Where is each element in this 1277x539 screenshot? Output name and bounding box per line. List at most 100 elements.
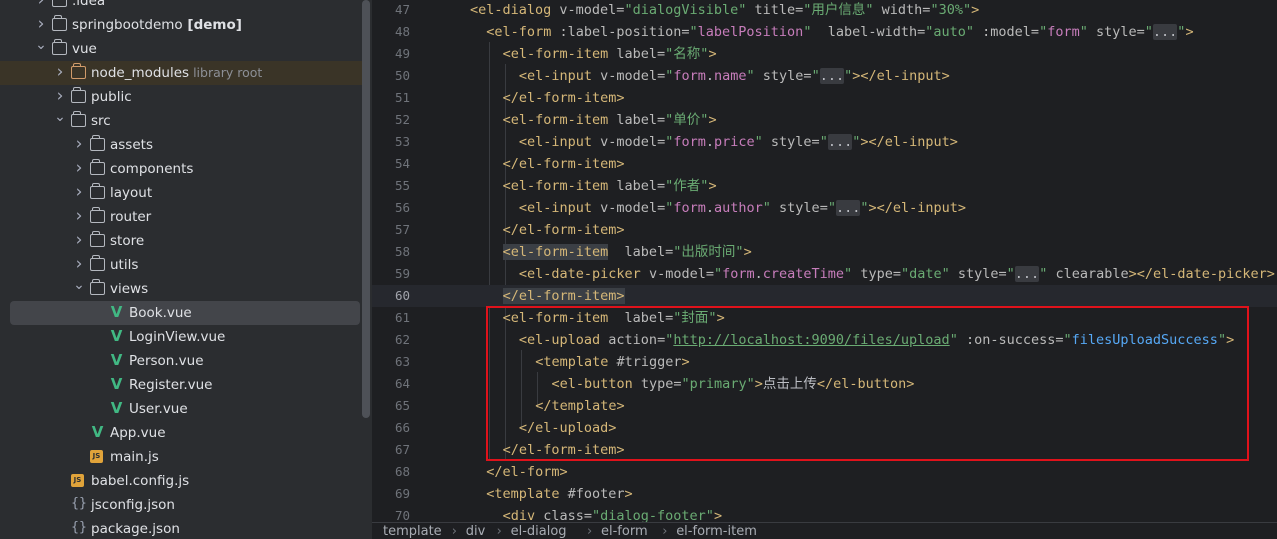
code-text[interactable]: </el-form>	[486, 461, 567, 483]
chevron-down-icon[interactable]: ⌄	[72, 277, 86, 301]
module-name: [demo]	[182, 17, 242, 33]
vue-file-icon: V	[110, 327, 123, 345]
code-text[interactable]: <el-input v-model="form.name" style="...…	[519, 65, 950, 87]
tree-item-name: package.json	[91, 521, 180, 537]
code-text[interactable]: </el-form-item>	[503, 153, 625, 175]
code-line[interactable]: 59 <el-date-picker v-model="form.createTi…	[372, 263, 1277, 285]
tree-item-label: views	[110, 277, 148, 301]
tree-item-name: assets	[110, 137, 153, 153]
breadcrumb-separator: ›	[662, 524, 668, 539]
code-text[interactable]: <el-form-item label="出版时间">	[502, 241, 752, 263]
code-text[interactable]: <div class="dialog-footer">	[503, 505, 722, 522]
chevron-down-icon[interactable]: ⌄	[34, 37, 48, 61]
code-token: "	[762, 200, 771, 216]
tree-item-name: springbootdemo	[72, 17, 183, 33]
chevron-right-icon[interactable]: ›	[72, 229, 86, 253]
tree-item[interactable]: › assets	[0, 133, 362, 157]
code-text[interactable]: <template #footer>	[486, 483, 632, 505]
code-token: name	[714, 68, 747, 84]
breadcrumb-item[interactable]: el-form	[601, 524, 648, 539]
code-line[interactable]: 48 <el-form :label-position="labelPositio…	[372, 21, 1277, 43]
tree-item[interactable]: › node_modules library root	[0, 61, 362, 85]
tree-item[interactable]: V User.vue	[0, 397, 362, 421]
code-token: <el-date-picker	[518, 266, 649, 282]
code-line[interactable]: 68 </el-form>	[372, 461, 1277, 483]
code-text[interactable]: <el-input v-model="form.author" style=".…	[519, 197, 966, 219]
chevron-right-icon[interactable]: ›	[72, 253, 86, 277]
tree-scrollbar[interactable]	[362, 0, 370, 418]
chevron-right-icon[interactable]: ›	[72, 133, 86, 157]
code-line[interactable]: 50 <el-input v-model="form.name" style=".…	[372, 65, 1277, 87]
chevron-right-icon[interactable]: ›	[72, 205, 86, 229]
code-text[interactable]: </el-form-item>	[503, 87, 625, 109]
chevron-right-icon[interactable]: ›	[53, 61, 67, 85]
tree-item-name: store	[110, 233, 145, 249]
code-text[interactable]: <el-form :label-position="labelPosition"…	[486, 21, 1194, 43]
tree-item[interactable]: › components	[0, 157, 362, 181]
breadcrumb-item[interactable]: div	[466, 524, 486, 539]
line-number: 48	[394, 24, 410, 39]
code-text[interactable]: </el-form-item>	[502, 285, 625, 307]
tree-item[interactable]: V LoginView.vue	[0, 325, 362, 349]
tree-item[interactable]: › springbootdemo [demo]	[0, 13, 362, 37]
tree-item[interactable]: JS babel.config.js	[0, 469, 362, 493]
code-token: width=	[873, 2, 931, 18]
tree-item[interactable]: ⌄ src	[0, 109, 362, 133]
chevron-right-icon[interactable]: ›	[34, 0, 48, 13]
breadcrumb-item[interactable]: el-dialog	[511, 524, 567, 539]
tree-item[interactable]: › utils	[0, 253, 362, 277]
tree-item[interactable]: V Person.vue	[0, 349, 362, 373]
line-number: 58	[394, 244, 410, 259]
code-line[interactable]: 70 <div class="dialog-footer">	[372, 505, 1277, 522]
tree-item[interactable]: V App.vue	[0, 421, 362, 445]
tree-item[interactable]: V Register.vue	[0, 373, 362, 397]
code-line[interactable]: 60 </el-form-item>	[372, 285, 1277, 307]
chevron-right-icon[interactable]: ›	[34, 13, 48, 37]
breadcrumb-item[interactable]: template	[383, 524, 442, 539]
code-text[interactable]: <el-form-item label="单价">	[503, 109, 717, 131]
tree-item[interactable]: V Book.vue	[10, 301, 360, 325]
code-line[interactable]: 47 <el-dialog v-model="dialogVisible" tit…	[372, 0, 1277, 21]
tree-item[interactable]: › router	[0, 205, 362, 229]
code-text[interactable]: <el-form-item label="名称">	[503, 43, 717, 65]
breadcrumb-item[interactable]: el-form-item	[676, 524, 757, 539]
code-line[interactable]: 51 </el-form-item>	[372, 87, 1277, 109]
code-editor[interactable]: 47 <el-dialog v-model="dialogVisible" tit…	[372, 0, 1277, 522]
tree-item[interactable]: {} package.json	[0, 517, 362, 539]
code-line[interactable]: 58 <el-form-item label="出版时间">	[372, 241, 1277, 263]
folded-code[interactable]: ...	[835, 200, 861, 216]
tree-item[interactable]: › store	[0, 229, 362, 253]
code-token: "	[819, 134, 828, 150]
code-line[interactable]: 53 <el-input v-model="form.price" style="…	[372, 131, 1277, 153]
tree-item[interactable]: › layout	[0, 181, 362, 205]
code-line[interactable]: 54 </el-form-item>	[372, 153, 1277, 175]
folder-icon	[52, 15, 67, 31]
code-line[interactable]: 55 <el-form-item label="作者">	[372, 175, 1277, 197]
chevron-right-icon[interactable]: ›	[53, 85, 67, 109]
code-text[interactable]: <el-form-item label="作者">	[503, 175, 717, 197]
tree-item[interactable]: › public	[0, 85, 362, 109]
code-text[interactable]: <el-input v-model="form.price" style="..…	[519, 131, 958, 153]
code-line[interactable]: 49 <el-form-item label="名称">	[372, 43, 1277, 65]
folded-code[interactable]: ...	[1152, 24, 1178, 40]
line-number: 68	[394, 464, 410, 479]
code-line[interactable]: 56 <el-input v-model="form.author" style=…	[372, 197, 1277, 219]
tree-item[interactable]: {} jsconfig.json	[0, 493, 362, 517]
code-text[interactable]: <el-date-picker v-model="form.createTime…	[519, 263, 1275, 285]
tree-item[interactable]: ⌄ vue	[0, 37, 362, 61]
code-line[interactable]: 57 </el-form-item>	[372, 219, 1277, 241]
folded-code[interactable]: ...	[819, 68, 845, 84]
code-text[interactable]: <el-dialog v-model="dialogVisible" title…	[470, 0, 979, 21]
chevron-right-icon[interactable]: ›	[72, 181, 86, 205]
tree-item-label: jsconfig.json	[91, 493, 175, 517]
chevron-down-icon[interactable]: ⌄	[53, 109, 67, 133]
tree-item[interactable]: JS main.js	[0, 445, 362, 469]
chevron-right-icon[interactable]: ›	[72, 157, 86, 181]
folded-code[interactable]: ...	[1014, 266, 1040, 282]
tree-item[interactable]: ⌄ views	[0, 277, 362, 301]
tree-item[interactable]: › .idea	[0, 0, 362, 13]
code-line[interactable]: 69 <template #footer>	[372, 483, 1277, 505]
code-text[interactable]: </el-form-item>	[503, 219, 625, 241]
folded-code[interactable]: ...	[827, 134, 853, 150]
code-line[interactable]: 52 <el-form-item label="单价">	[372, 109, 1277, 131]
